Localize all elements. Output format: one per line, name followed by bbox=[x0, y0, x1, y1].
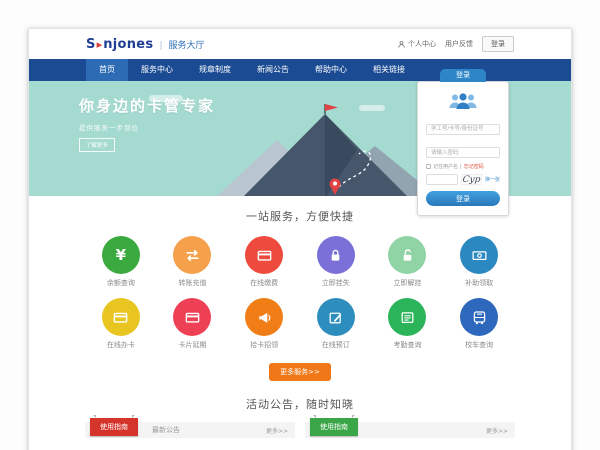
unlock-icon bbox=[388, 236, 426, 274]
announcements-section: 活动公告，随时知晓 使用指南 最新公告 更多>> 使用指南 更多>> bbox=[29, 381, 571, 450]
service-subsidy-collection[interactable]: 补助领取 bbox=[443, 236, 515, 288]
yen-icon: ¥ bbox=[102, 236, 140, 274]
captcha-row: Cyp 换一张 bbox=[426, 174, 500, 185]
services-grid: ¥ 余额查询转账充值在线缴费立即挂失立即解挂补助领取在线办卡卡片延期拾卡招领在线预… bbox=[85, 236, 515, 350]
personal-center-link[interactable]: 个人中心 bbox=[397, 39, 436, 49]
remember-label: 记住用户名 bbox=[433, 163, 458, 170]
service-label: 卡片延期 bbox=[157, 340, 229, 350]
hero-subtitle: 提供服务一步到位 bbox=[79, 122, 215, 132]
card-icon bbox=[173, 298, 211, 336]
captcha-refresh-link[interactable]: 换一张 bbox=[485, 176, 500, 183]
hero-copy: 你身边的卡管专家 提供服务一步到位 了解更多 bbox=[79, 95, 215, 152]
remember-row: 记住用户名 | 忘记密码 bbox=[426, 163, 500, 170]
nav-item-news[interactable]: 新闻公告 bbox=[244, 59, 302, 81]
password-input[interactable] bbox=[426, 147, 500, 158]
header-links: 个人中心 用户反馈 登录 bbox=[397, 36, 514, 52]
service-found-card-claim[interactable]: 拾卡招领 bbox=[228, 298, 300, 350]
logo-text-suffix: njones bbox=[103, 37, 153, 52]
service-report-loss[interactable]: 立即挂失 bbox=[300, 236, 372, 288]
service-attendance-inquiry[interactable]: 考勤查询 bbox=[372, 298, 444, 350]
main-nav: 首页服务中心规章制度新闻公告帮助中心相关链接 bbox=[29, 59, 571, 81]
list-icon bbox=[388, 298, 426, 336]
login-tab[interactable]: 登录 bbox=[440, 69, 486, 82]
service-label: 在线预订 bbox=[300, 340, 372, 350]
announcement-tabs: 使用指南 最新公告 更多>> 使用指南 更多>> bbox=[85, 422, 515, 438]
more-services-button[interactable]: 更多服务>> bbox=[269, 363, 331, 381]
hero-title: 你身边的卡管专家 bbox=[79, 95, 215, 116]
remember-divider: | bbox=[460, 164, 462, 170]
service-cancel-loss[interactable]: 立即解挂 bbox=[372, 236, 444, 288]
service-online-card-apply[interactable]: 在线办卡 bbox=[85, 298, 157, 350]
remember-checkbox[interactable] bbox=[426, 164, 431, 169]
more-link-left[interactable]: 更多>> bbox=[266, 426, 295, 435]
portal-page: S▸njones | 服务大厅 个人中心 用户反馈 登录 首页服务中心规章制度新… bbox=[28, 28, 572, 450]
mountains-illustration bbox=[197, 100, 447, 196]
service-school-bus-inquiry[interactable]: 校车查询 bbox=[443, 298, 515, 350]
captcha-input[interactable] bbox=[426, 174, 458, 185]
card-icon bbox=[102, 298, 140, 336]
service-online-booking[interactable]: 在线预订 bbox=[300, 298, 372, 350]
service-label: 补助领取 bbox=[443, 278, 515, 288]
service-label: 在线办卡 bbox=[85, 340, 157, 350]
user-feedback-link[interactable]: 用户反馈 bbox=[445, 39, 473, 49]
latest-news-tab[interactable]: 最新公告 bbox=[152, 425, 180, 435]
service-card-extension[interactable]: 卡片延期 bbox=[157, 298, 229, 350]
logo-text-prefix: S bbox=[86, 37, 96, 52]
service-label: 立即解挂 bbox=[372, 278, 444, 288]
usage-guide-ribbon-red[interactable]: 使用指南 bbox=[90, 418, 138, 436]
users-icon bbox=[426, 92, 500, 109]
captcha-image[interactable]: Cyp bbox=[460, 174, 482, 185]
services-section: 一站服务，方便快捷 ¥余额查询转账充值在线缴费立即挂失立即解挂补助领取在线办卡卡… bbox=[29, 196, 571, 381]
edit-icon bbox=[317, 298, 355, 336]
person-icon bbox=[397, 40, 406, 49]
forgot-password-link[interactable]: 忘记密码 bbox=[464, 163, 484, 170]
top-header: S▸njones | 服务大厅 个人中心 用户反馈 登录 bbox=[29, 29, 571, 59]
announcement-column-left: 使用指南 最新公告 更多>> bbox=[85, 422, 295, 438]
nav-item-home[interactable]: 首页 bbox=[86, 59, 128, 81]
more-link-right[interactable]: 更多>> bbox=[486, 426, 515, 435]
bus-icon bbox=[460, 298, 498, 336]
nav-item-related-links[interactable]: 相关链接 bbox=[360, 59, 418, 81]
announcement-column-right: 使用指南 更多>> bbox=[305, 422, 515, 438]
service-label: 余额查询 bbox=[85, 278, 157, 288]
service-label: 转账充值 bbox=[157, 278, 229, 288]
site-name: 服务大厅 bbox=[169, 38, 205, 51]
logo[interactable]: S▸njones | 服务大厅 bbox=[86, 37, 205, 52]
service-online-payment[interactable]: 在线缴费 bbox=[228, 236, 300, 288]
usage-guide-ribbon-green[interactable]: 使用指南 bbox=[310, 418, 358, 436]
service-balance-inquiry[interactable]: ¥ 余额查询 bbox=[85, 236, 157, 288]
banknote-icon bbox=[460, 236, 498, 274]
megaphone-icon bbox=[245, 298, 283, 336]
service-label: 考勤查询 bbox=[372, 340, 444, 350]
hero-cta-button[interactable]: 了解更多 bbox=[79, 138, 115, 152]
service-label: 校车查询 bbox=[443, 340, 515, 350]
nav-item-service-center[interactable]: 服务中心 bbox=[128, 59, 186, 81]
logo-divider: | bbox=[159, 41, 162, 51]
nav-item-rules[interactable]: 规章制度 bbox=[186, 59, 244, 81]
service-label: 拾卡招领 bbox=[228, 340, 300, 350]
service-label: 立即挂失 bbox=[300, 278, 372, 288]
service-label: 在线缴费 bbox=[228, 278, 300, 288]
user-feedback-label: 用户反馈 bbox=[445, 39, 473, 49]
credit-card-icon bbox=[245, 236, 283, 274]
announcements-title: 活动公告，随时知晓 bbox=[29, 396, 571, 412]
service-transfer-recharge[interactable]: 转账充值 bbox=[157, 236, 229, 288]
header-login-button[interactable]: 登录 bbox=[482, 36, 514, 52]
login-card: 登录 记住用户名 | 忘记密码 Cyp 换一张 登录 bbox=[417, 81, 509, 216]
transfer-arrows-icon bbox=[173, 236, 211, 274]
logo-arrow-icon: ▸ bbox=[97, 38, 103, 51]
nav-item-help-center[interactable]: 帮助中心 bbox=[302, 59, 360, 81]
login-submit-button[interactable]: 登录 bbox=[426, 191, 500, 206]
lock-icon bbox=[317, 236, 355, 274]
personal-center-label: 个人中心 bbox=[408, 39, 436, 49]
username-input[interactable] bbox=[426, 124, 500, 135]
